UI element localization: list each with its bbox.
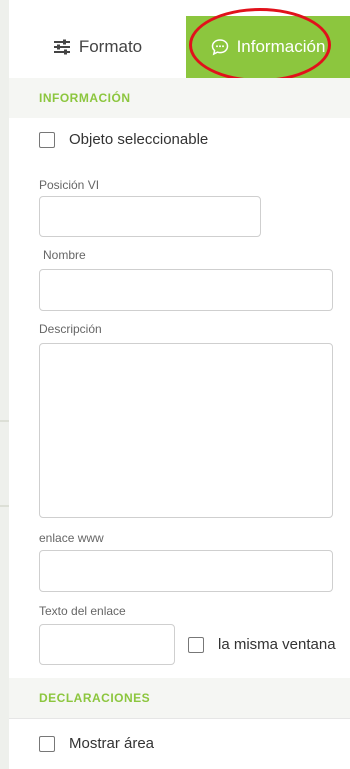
name-input[interactable] bbox=[39, 269, 333, 311]
selectable-label: Objeto seleccionable bbox=[69, 131, 209, 148]
sliders-icon bbox=[53, 39, 71, 55]
description-label: Descripción bbox=[39, 322, 102, 336]
show-area-checkbox[interactable] bbox=[39, 735, 55, 752]
link-text-input[interactable] bbox=[39, 624, 175, 665]
divider bbox=[9, 718, 350, 719]
section-header-declaraciones: DECLARACIONES bbox=[9, 678, 350, 718]
section-header-informacion: INFORMACIÓN bbox=[9, 78, 350, 118]
map-edge bbox=[0, 0, 9, 769]
name-label: Nombre bbox=[43, 248, 86, 262]
section-title-declaraciones: DECLARACIONES bbox=[39, 691, 151, 705]
map-road bbox=[0, 505, 9, 507]
tab-informacion-label: Información bbox=[236, 37, 326, 56]
section-title-informacion: INFORMACIÓN bbox=[39, 91, 131, 105]
tab-formato-label: Formato bbox=[78, 37, 143, 56]
tab-bar: Formato Información bbox=[9, 16, 350, 78]
show-area-option: Mostrar área bbox=[39, 735, 154, 752]
map-road bbox=[0, 420, 9, 422]
selectable-option: Objeto seleccionable bbox=[39, 131, 208, 148]
description-textarea[interactable] bbox=[39, 343, 333, 518]
same-window-checkbox[interactable] bbox=[188, 636, 204, 653]
link-text-label: Texto del enlace bbox=[39, 604, 126, 618]
position-input[interactable] bbox=[39, 196, 261, 237]
tab-formato[interactable]: Formato bbox=[9, 16, 186, 78]
position-label: Posición VI bbox=[39, 178, 100, 192]
selectable-checkbox[interactable] bbox=[39, 131, 55, 148]
show-area-label: Mostrar área bbox=[69, 735, 155, 752]
link-label: enlace www bbox=[39, 531, 104, 545]
link-input[interactable] bbox=[39, 550, 333, 592]
same-window-option: la misma ventana bbox=[188, 636, 336, 653]
same-window-label: la misma ventana bbox=[218, 636, 336, 653]
tab-informacion[interactable]: Información bbox=[186, 16, 350, 78]
speech-bubble-icon bbox=[211, 38, 229, 56]
